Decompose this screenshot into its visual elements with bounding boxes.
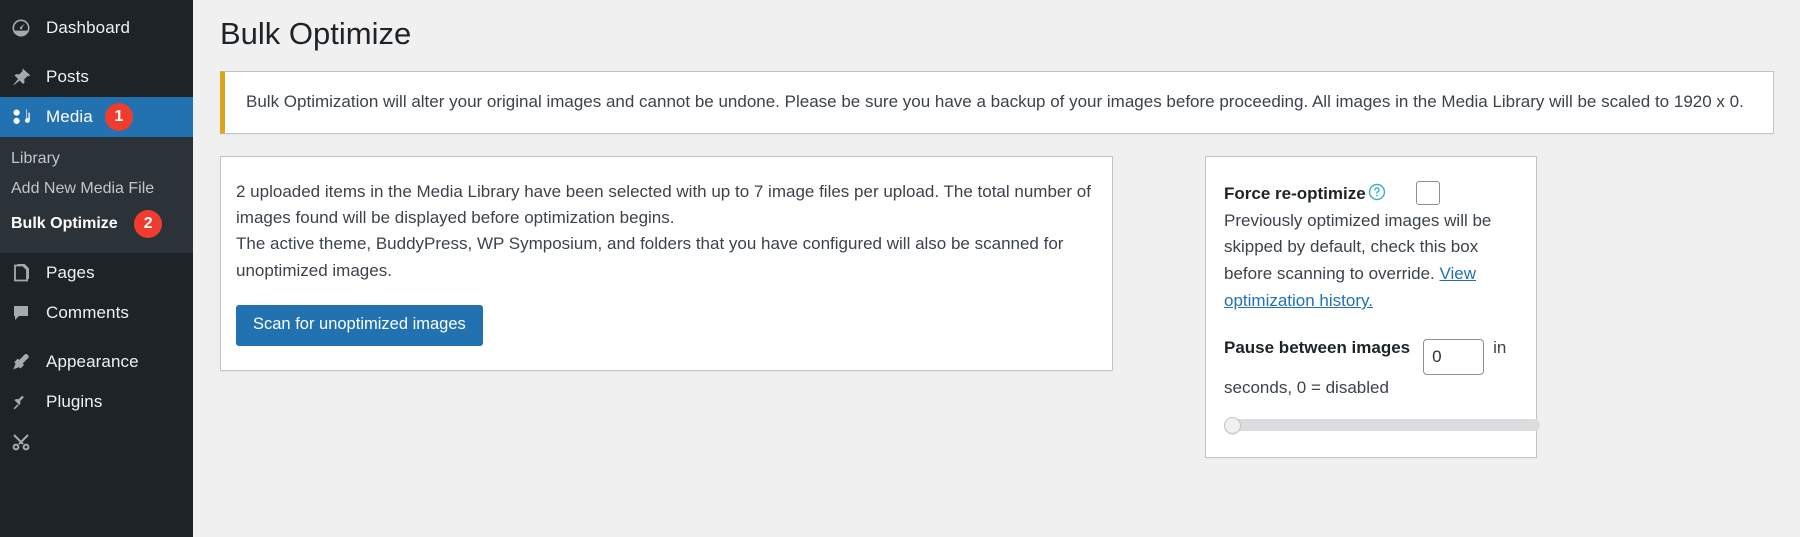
scissors-icon <box>11 432 37 452</box>
sidebar-item-appearance[interactable]: Appearance <box>0 342 193 382</box>
warning-notice: Bulk Optimization will alter your origin… <box>220 71 1774 134</box>
sidebar-item-label: Appearance <box>46 352 139 371</box>
pause-description: seconds, 0 = disabled <box>1224 377 1389 397</box>
pause-between-images-row: Pause between images in seconds, 0 = disa… <box>1224 335 1518 402</box>
sidebar-item-label: Media <box>46 107 93 126</box>
sidebar-badge-media: 1 <box>104 103 133 131</box>
appearance-icon <box>11 352 37 372</box>
sidebar-item-library[interactable]: Library <box>0 144 193 174</box>
help-icon[interactable] <box>1368 183 1386 201</box>
sidebar-item-comments[interactable]: Comments <box>0 293 193 333</box>
sidebar-subitem-label: Library <box>11 150 60 167</box>
pages-icon <box>11 263 37 283</box>
sidebar-item-label: Dashboard <box>46 18 131 37</box>
sidebar-item-posts[interactable]: Posts <box>0 57 193 97</box>
sidebar-item-bulk-optimize[interactable]: Bulk Optimize 2 <box>0 204 193 244</box>
force-reoptimize-label: Force re-optimize <box>1224 183 1366 203</box>
force-reoptimize-row: Force re-optimizePreviously optimized im… <box>1224 180 1518 315</box>
sidebar-item-label: Pages <box>46 263 95 282</box>
media-icon <box>11 107 37 127</box>
right-column: Force re-optimizePreviously optimized im… <box>1205 155 1540 458</box>
scan-description-line-1: 2 uploaded items in the Media Library ha… <box>236 181 1091 227</box>
dashboard-icon <box>11 18 37 38</box>
pause-between-images-label: Pause between images <box>1224 337 1411 357</box>
pause-unit-text: in <box>1493 337 1507 357</box>
page-title: Bulk Optimize <box>220 16 412 51</box>
pause-between-images-input[interactable] <box>1423 338 1485 375</box>
media-submenu: Library Add New Media File Bulk Optimize… <box>0 137 193 253</box>
sidebar-item-pages[interactable]: Pages <box>0 253 193 293</box>
wordpress-admin-screen: Dashboard Posts Media 1 Library Add New … <box>0 0 1800 537</box>
force-reoptimize-checkbox[interactable] <box>1415 180 1440 205</box>
pause-slider-knob[interactable] <box>1224 416 1241 434</box>
admin-sidebar: Dashboard Posts Media 1 Library Add New … <box>0 0 193 537</box>
sidebar-item-dashboard[interactable]: Dashboard <box>0 8 193 48</box>
bulk-settings-panel: Force re-optimizePreviously optimized im… <box>1205 155 1540 458</box>
sidebar-subitem-label: Bulk Optimize <box>11 215 118 233</box>
pause-slider-wrap <box>1224 416 1540 434</box>
notice-text: Bulk Optimization will alter your origin… <box>246 92 1744 112</box>
sidebar-separator <box>0 48 193 57</box>
scan-description-line-2: The active theme, BuddyPress, WP Symposi… <box>236 234 1064 280</box>
pause-slider[interactable] <box>1224 416 1540 434</box>
sidebar-item-plugins[interactable]: Plugins <box>0 382 193 422</box>
sidebar-item-add-new-media-file[interactable]: Add New Media File <box>0 174 193 204</box>
left-column: 2 uploaded items in the Media Library ha… <box>220 155 1113 371</box>
scan-card: 2 uploaded items in the Media Library ha… <box>220 155 1113 371</box>
sidebar-item-label: Plugins <box>46 392 103 411</box>
sidebar-item-label: Comments <box>46 303 129 322</box>
sidebar-item-media[interactable]: Media 1 <box>0 97 193 137</box>
scan-card-body: 2 uploaded items in the Media Library ha… <box>221 157 1112 370</box>
content-columns: 2 uploaded items in the Media Library ha… <box>220 155 1780 458</box>
sidebar-item-label: Posts <box>46 67 90 86</box>
sidebar-separator <box>0 333 193 342</box>
comments-icon <box>11 303 37 323</box>
sidebar-top-spacer <box>0 0 193 8</box>
pin-icon <box>11 67 37 87</box>
sidebar-subitem-label: Add New Media File <box>11 180 155 197</box>
plugins-icon <box>11 392 37 412</box>
sidebar-badge-bulk-optimize: 2 <box>134 210 163 238</box>
scan-for-unoptimized-images-button[interactable]: Scan for unoptimized images <box>236 305 483 346</box>
sidebar-item-cutoff[interactable] <box>0 422 193 462</box>
main-content: Bulk Optimize Bulk Optimization will alt… <box>193 0 1800 537</box>
